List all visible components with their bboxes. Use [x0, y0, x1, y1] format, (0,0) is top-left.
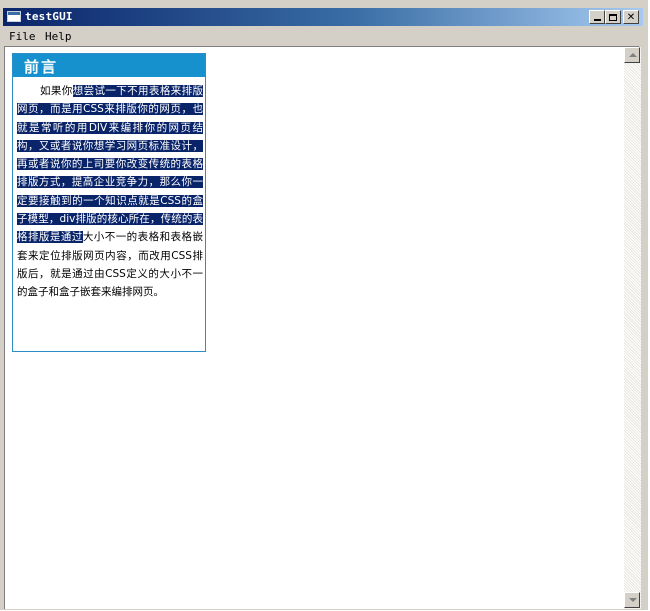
scroll-up-button[interactable] [624, 47, 640, 63]
minimize-icon [593, 19, 601, 21]
scroll-up-arrow-icon [629, 53, 637, 57]
scroll-down-button[interactable] [624, 592, 640, 608]
text-selection: 想尝试一下不用表格来排版网页，而是用CSS来排版你的网页，也就是常听的用DIV来… [17, 85, 204, 244]
close-icon: ✕ [626, 11, 636, 23]
menu-file[interactable]: File [9, 30, 36, 43]
content-area: 前言 如果你想尝试一下不用表格来排版网页，而是用CSS来排版你的网页，也就是常听… [4, 46, 641, 609]
preface-box: 前言 如果你想尝试一下不用表格来排版网页，而是用CSS来排版你的网页，也就是常听… [12, 53, 206, 352]
maximize-icon [609, 13, 617, 21]
window-title: testGUI [25, 10, 73, 23]
menu-bar: File Help [3, 28, 643, 46]
window-app-icon[interactable] [7, 11, 21, 22]
minimize-button[interactable] [589, 10, 605, 24]
preface-text[interactable]: 如果你想尝试一下不用表格来排版网页，而是用CSS来排版你的网页，也就是常听的用D… [17, 82, 204, 302]
close-button[interactable]: ✕ [623, 10, 639, 24]
menu-help[interactable]: Help [45, 30, 72, 43]
preface-header: 前言 [13, 54, 205, 77]
preface-title: 前言 [24, 58, 59, 76]
text-unselected-start: 如果你 [40, 85, 73, 97]
vertical-scrollbar[interactable] [624, 47, 641, 609]
scroll-down-arrow-icon [629, 598, 637, 602]
app-window: testGUI ✕ File Help 前言 如果你想尝试一下不用表格来排版网页… [0, 0, 648, 610]
title-bar[interactable]: testGUI ✕ [3, 8, 643, 26]
maximize-button[interactable] [605, 10, 621, 24]
